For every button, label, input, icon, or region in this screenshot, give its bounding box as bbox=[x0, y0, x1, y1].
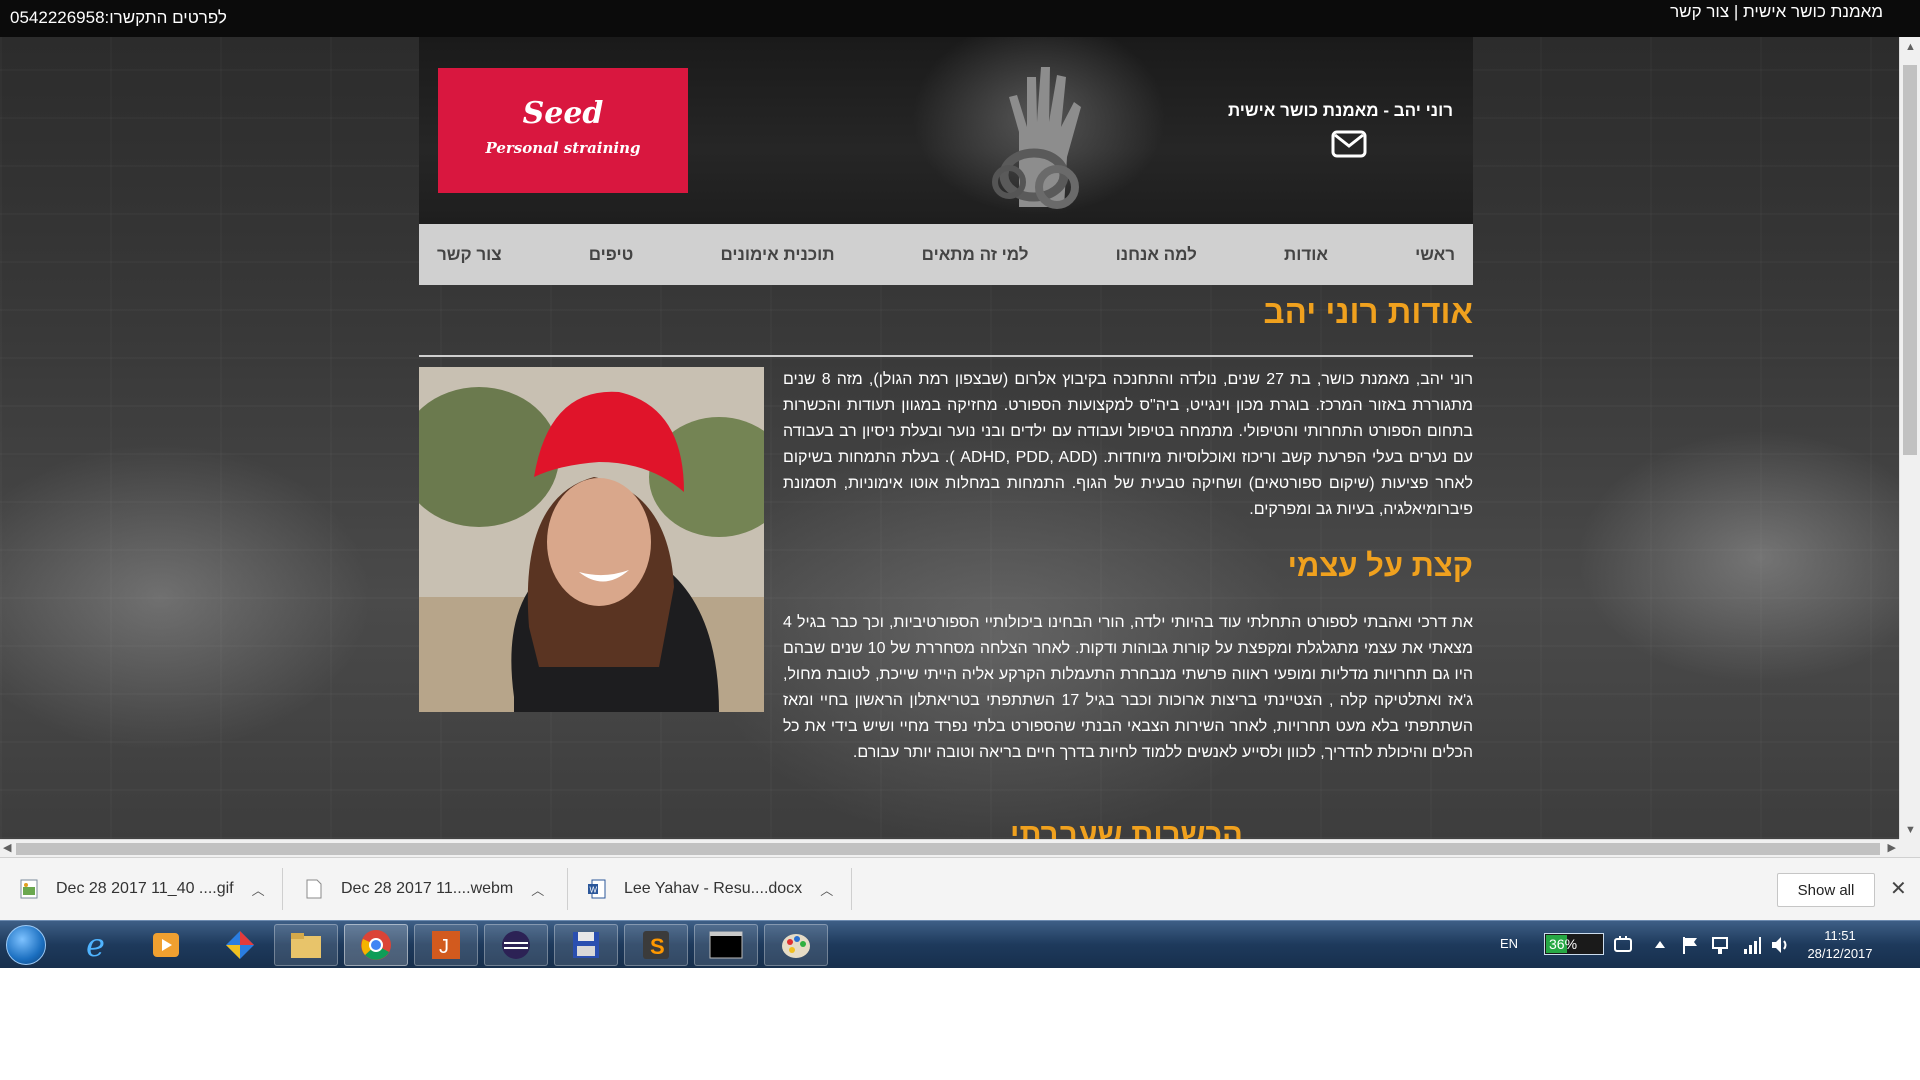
download-item[interactable]: Dec 28 2017 11_40 ....gif ︿ bbox=[20, 866, 265, 912]
eclipse-icon[interactable] bbox=[484, 924, 548, 966]
blank-area bbox=[0, 968, 1920, 1080]
about-self-paragraph: את דרכי ואהבתי לספורט התחלתי עוד בהיותי … bbox=[783, 614, 1474, 761]
scroll-left-icon[interactable]: ◀ bbox=[3, 841, 11, 854]
language-indicator[interactable]: EN bbox=[1500, 936, 1518, 951]
nav-item-tips[interactable]: טיפים bbox=[589, 245, 634, 265]
vertical-scrollbar[interactable]: ▲ ▼ bbox=[1899, 37, 1920, 839]
show-hidden-icons-icon[interactable] bbox=[1654, 939, 1666, 949]
clock-time: 11:51 bbox=[1824, 928, 1856, 943]
nav-item-contact[interactable]: צור קשר bbox=[437, 245, 502, 265]
chevron-up-icon[interactable]: ︿ bbox=[252, 880, 265, 899]
download-item[interactable]: Dec 28 2017 11....webm ︿ bbox=[305, 866, 544, 912]
top-contact-bar: לפרטים התקשרו:0542226958 מאמנת כושר אישי… bbox=[0, 0, 1920, 37]
page-background: Seed Personal straining רוני יהב - מאמנת… bbox=[0, 37, 1899, 839]
visual-studio-icon[interactable]: J bbox=[414, 924, 478, 966]
horizontal-scroll-thumb[interactable] bbox=[16, 843, 1880, 855]
nav-item-about[interactable]: אודות bbox=[1284, 245, 1328, 265]
battery-indicator[interactable]: 36% bbox=[1544, 933, 1604, 955]
media-player-icon[interactable] bbox=[134, 924, 198, 966]
internet-explorer-icon[interactable]: e bbox=[66, 924, 130, 966]
signal-strength-icon[interactable] bbox=[1742, 935, 1762, 955]
section-divider bbox=[419, 355, 1473, 357]
section-title: אודות רוני יהב bbox=[1263, 293, 1473, 330]
horizontal-scrollbar[interactable]: ◀ ▶ bbox=[0, 839, 1899, 857]
downloads-bar: Dec 28 2017 11_40 ....gif ︿ Dec 28 2017 … bbox=[0, 857, 1920, 920]
download-separator bbox=[282, 868, 283, 910]
chrome-icon[interactable] bbox=[344, 924, 408, 966]
site-logo[interactable]: Seed Personal straining bbox=[438, 68, 688, 193]
nav-item-training-program[interactable]: תוכנית אימונים bbox=[721, 245, 835, 265]
scroll-right-icon[interactable]: ▶ bbox=[1888, 841, 1896, 854]
paint-net-icon[interactable] bbox=[208, 924, 272, 966]
hand-chain-image bbox=[992, 67, 1081, 209]
about-paragraph: רוני יהב, מאמנת כושר, בת 27 שנים, נולדה … bbox=[783, 371, 1473, 518]
phone-info: לפרטים התקשרו:0542226958 bbox=[10, 8, 227, 27]
site-header: Seed Personal straining רוני יהב - מאמנת… bbox=[419, 37, 1473, 224]
svg-text:J: J bbox=[439, 936, 449, 958]
site-container: Seed Personal straining רוני יהב - מאמנת… bbox=[419, 37, 1473, 839]
logo-title: Seed bbox=[522, 96, 604, 131]
nav-item-home[interactable]: ראשי bbox=[1415, 245, 1455, 265]
paint-palette-icon[interactable] bbox=[764, 924, 828, 966]
download-separator bbox=[851, 868, 852, 910]
blank-file-icon bbox=[306, 879, 322, 899]
start-button[interactable] bbox=[6, 925, 46, 965]
windows-taskbar: e J S EN 36% 11:51 28/12/2017 bbox=[0, 920, 1920, 968]
word-file-icon: W bbox=[588, 879, 606, 899]
top-link-personal-trainer[interactable]: מאמנת כושר אישית bbox=[1743, 2, 1883, 21]
svg-text:W: W bbox=[590, 886, 598, 895]
profile-photo bbox=[419, 367, 764, 712]
vertical-scroll-thumb[interactable] bbox=[1903, 65, 1917, 455]
save-disk-icon[interactable] bbox=[554, 924, 618, 966]
certifications-title: הכשרות שעברתי bbox=[1009, 817, 1243, 839]
download-filename: Dec 28 2017 11....webm bbox=[341, 880, 514, 897]
clock-date: 28/12/2017 bbox=[1807, 946, 1873, 961]
network-icon[interactable] bbox=[1710, 934, 1730, 956]
show-all-button[interactable]: Show all bbox=[1777, 873, 1875, 907]
download-separator bbox=[567, 868, 568, 910]
top-link-contact[interactable]: צור קשר bbox=[1670, 2, 1729, 21]
main-nav: ראשי אודות למה אנחנו למי זה מתאים תוכנית… bbox=[419, 224, 1473, 285]
sublime-text-icon[interactable]: S bbox=[624, 924, 688, 966]
download-filename: Lee Yahav - Resu....docx bbox=[624, 880, 803, 897]
clock[interactable]: 11:51 28/12/2017 bbox=[1790, 927, 1890, 963]
volume-icon[interactable] bbox=[1770, 934, 1792, 956]
top-link-separator: | bbox=[1733, 2, 1739, 21]
scroll-down-icon[interactable]: ▼ bbox=[1905, 824, 1916, 836]
battery-percent: 36% bbox=[1549, 936, 1578, 952]
top-links: מאמנת כושר אישית | צור קשר bbox=[1670, 2, 1883, 22]
nav-item-why-us[interactable]: למה אנחנו bbox=[1116, 245, 1197, 265]
header-title: רוני יהב - מאמנת כושר אישית bbox=[1227, 101, 1453, 120]
svg-text:e: e bbox=[86, 928, 105, 962]
scrollbar-corner bbox=[1899, 839, 1920, 857]
chevron-up-icon[interactable]: ︿ bbox=[531, 880, 544, 899]
command-prompt-icon[interactable] bbox=[694, 924, 758, 966]
action-center-flag-icon[interactable] bbox=[1681, 935, 1699, 955]
svg-text:S: S bbox=[650, 934, 665, 959]
subsection-title: קצת על עצמי bbox=[1287, 548, 1473, 583]
scroll-up-icon[interactable]: ▲ bbox=[1905, 41, 1916, 53]
chevron-up-icon[interactable]: ︿ bbox=[820, 880, 833, 899]
nav-item-who-is-it-for[interactable]: למי זה מתאים bbox=[922, 245, 1029, 265]
close-icon[interactable]: ✕ bbox=[1890, 876, 1907, 901]
image-file-icon bbox=[20, 879, 38, 899]
download-filename: Dec 28 2017 11_40 ....gif bbox=[56, 880, 234, 897]
file-explorer-icon[interactable] bbox=[274, 924, 338, 966]
mail-icon[interactable] bbox=[1331, 129, 1367, 159]
power-plug-icon[interactable] bbox=[1612, 935, 1634, 955]
logo-subtitle: Personal straining bbox=[485, 139, 641, 157]
download-item[interactable]: W Lee Yahav - Resu....docx ︿ bbox=[588, 866, 833, 912]
